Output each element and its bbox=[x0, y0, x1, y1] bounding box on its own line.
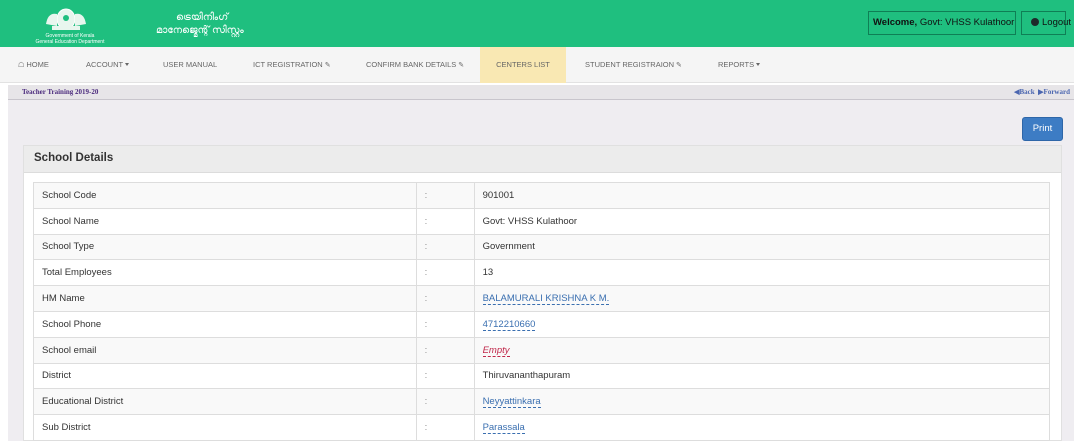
row-separator: : bbox=[415, 233, 475, 261]
district-value: Thiruvananthapuram bbox=[473, 362, 1051, 390]
school-type-value: Government bbox=[473, 233, 1051, 261]
caret-down-icon bbox=[756, 63, 761, 66]
row-label: Educational District bbox=[33, 388, 417, 416]
kerala-emblem-icon bbox=[46, 8, 86, 30]
hm-name-editable[interactable]: BALAMURALI KRISHNA K M. bbox=[482, 293, 610, 306]
nav-reports[interactable]: REPORTS bbox=[718, 47, 761, 83]
print-button[interactable]: Print bbox=[1022, 117, 1063, 141]
row-separator: : bbox=[415, 207, 475, 235]
row-separator: : bbox=[415, 310, 475, 338]
row-separator: : bbox=[415, 285, 475, 312]
table-row: School Code : 901001 bbox=[33, 182, 1051, 209]
nav-home[interactable]: ☖ HOME bbox=[18, 47, 49, 83]
school-details-table: School Code : 901001 School Name : Govt:… bbox=[33, 182, 1051, 441]
nav-user-manual[interactable]: USER MANUAL bbox=[163, 47, 217, 83]
nav-ict-registration[interactable]: ICT REGISTRATION ✎ bbox=[253, 47, 331, 83]
page-title: Teacher Training 2019-20 bbox=[22, 88, 99, 96]
school-code-value: 901001 bbox=[473, 182, 1051, 209]
table-row: School Type : Government bbox=[33, 233, 1051, 261]
panel-title: School Details bbox=[34, 152, 114, 164]
table-row: School Phone : 4712210660 bbox=[33, 310, 1051, 338]
nav-student-registration[interactable]: STUDENT REGISTRAION ✎ bbox=[585, 47, 682, 83]
row-separator: : bbox=[415, 259, 475, 287]
app-header: Government of Kerala General Education D… bbox=[0, 0, 1074, 47]
school-name-value: Govt: VHSS Kulathoor bbox=[473, 207, 1051, 235]
table-row: Educational District : Neyyattinkara bbox=[33, 388, 1051, 416]
school-phone-editable[interactable]: 4712210660 bbox=[482, 318, 536, 331]
nav-account[interactable]: ACCOUNT bbox=[86, 47, 130, 83]
row-separator: : bbox=[415, 388, 475, 416]
pencil-icon: ✎ bbox=[458, 62, 465, 69]
row-label: Total Employees bbox=[33, 259, 417, 287]
home-icon: ☖ bbox=[18, 62, 25, 69]
table-row: School Name : Govt: VHSS Kulathoor bbox=[33, 207, 1051, 235]
pencil-icon: ✎ bbox=[676, 62, 682, 69]
nav-centers-list[interactable]: CENTERS LIST bbox=[480, 47, 566, 83]
table-row: School email : Empty bbox=[33, 336, 1051, 364]
row-separator: : bbox=[415, 362, 475, 390]
panel-heading: School Details bbox=[24, 146, 1061, 173]
row-separator: : bbox=[415, 414, 475, 441]
table-row: District : Thiruvananthapuram bbox=[33, 362, 1051, 390]
row-label: School Name bbox=[33, 207, 417, 235]
welcome-user-box[interactable]: Welcome, Govt: VHSS Kulathoor bbox=[868, 11, 1016, 35]
row-label: School Phone bbox=[33, 310, 417, 338]
row-label: School Type bbox=[33, 233, 417, 261]
app-title: ട്രെയിനിംഗ് മാനേജ്മെന്റ് സിസ്റ്റം bbox=[156, 12, 244, 36]
total-employees-value: 13 bbox=[473, 259, 1051, 287]
row-separator: : bbox=[415, 182, 475, 209]
logout-button[interactable]: Logout bbox=[1021, 11, 1071, 35]
back-link[interactable]: ◀Back bbox=[1014, 88, 1035, 96]
school-email-editable[interactable]: Empty bbox=[482, 344, 510, 357]
pencil-icon: ✎ bbox=[324, 62, 331, 69]
row-label: School email bbox=[33, 336, 417, 364]
row-separator: : bbox=[415, 336, 475, 364]
welcome-username: Govt: VHSS Kulathoor bbox=[919, 17, 1015, 28]
logo-text: Government of Kerala General Education D… bbox=[35, 33, 105, 45]
row-label: Sub District bbox=[33, 414, 417, 441]
breadcrumb: Teacher Training 2019-20 ◀Back ▶Forward bbox=[8, 85, 1074, 100]
row-label: HM Name bbox=[33, 285, 417, 312]
history-nav: ◀Back ▶Forward bbox=[1014, 88, 1070, 96]
table-row: Total Employees : 13 bbox=[33, 259, 1051, 287]
table-row: Sub District : Parassala bbox=[33, 414, 1051, 441]
educational-district-editable[interactable]: Neyyattinkara bbox=[482, 396, 541, 409]
caret-down-icon bbox=[125, 63, 130, 66]
table-row: HM Name : BALAMURALI KRISHNA K M. bbox=[33, 285, 1051, 312]
power-icon bbox=[1031, 18, 1039, 26]
forward-link[interactable]: ▶Forward bbox=[1038, 88, 1070, 96]
row-label: School Code bbox=[33, 182, 417, 209]
nav-confirm-bank-details[interactable]: CONFIRM BANK DETAILS ✎ bbox=[366, 47, 464, 83]
row-label: District bbox=[33, 362, 417, 390]
main-nav: ☖ HOME ACCOUNT USER MANUAL ICT REGISTRAT… bbox=[0, 47, 1074, 83]
sub-district-editable[interactable]: Parassala bbox=[482, 422, 525, 435]
